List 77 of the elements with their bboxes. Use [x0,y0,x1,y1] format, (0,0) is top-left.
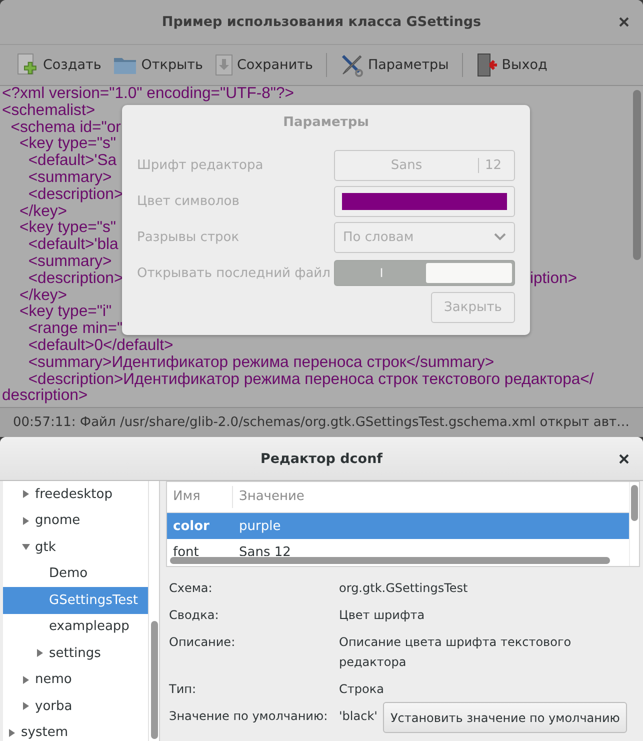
collapsed-arrow-icon[interactable] [22,490,30,498]
window-title: Редактор dconf [260,450,383,466]
download-icon [215,54,233,76]
color-chooser-button[interactable] [334,186,515,216]
field-label: Тип: [169,681,198,698]
setting-label: Шрифт редактора [137,158,264,172]
setting-label: Разрывы строк [137,230,240,244]
collapsed-arrow-icon[interactable] [36,649,44,658]
code-line: <default>0</default> [27,336,174,354]
setting-label: Открывать последний файл [137,266,330,280]
close-icon[interactable] [619,454,629,464]
close-icon[interactable] [619,17,629,27]
tree-item[interactable]: system [3,720,148,741]
tree-item[interactable]: gnome [3,508,148,534]
collapsed-arrow-icon[interactable] [8,728,16,737]
exit-door-icon [476,53,498,77]
code-line: <summary> [27,252,112,270]
setting-label: Цвет символов [137,194,240,208]
scrollbar-thumb[interactable] [633,90,641,260]
column-header[interactable]: Значение [233,486,304,508]
field-label: Схема: [169,580,214,597]
field-label: Сводка: [169,607,220,624]
field-value: org.gtk.GSettingsTest [339,580,469,597]
code-line: <default>'Sa [27,152,117,170]
code-line: </key> [18,202,67,220]
tools-icon [340,53,364,77]
table-row[interactable]: color purple [167,513,629,539]
code-line: <description>Идентификатор режима переноса строк текстового редактора</ [27,370,594,388]
scrollbar-thumb[interactable] [170,557,610,564]
toolbar-button[interactable]: Выход [472,50,550,80]
toolbar-button[interactable]: Создать [14,50,104,80]
field-value: Строка [339,681,385,698]
toolbar-button[interactable]: Параметры [336,50,452,80]
field-value: Цвет шрифта [339,607,426,624]
code-line: <description> [27,270,124,287]
tree-item[interactable]: settings [3,640,148,666]
field-value: 'black' [339,708,378,725]
code-line: <key type="i" [18,303,112,320]
code-line: <description> [27,186,124,203]
dialog-title: Параметры [282,114,370,132]
folder-icon [113,55,138,75]
collapsed-arrow-icon[interactable] [22,676,30,684]
tree-item[interactable]: gtk [3,534,148,560]
code-line: <summary> [27,168,112,186]
new-document-icon [17,53,39,77]
scrollbar-thumb[interactable] [631,485,638,521]
tree-item[interactable]: exampleapp [3,614,148,640]
chevron-down-icon [494,233,506,241]
collapsed-arrow-icon[interactable] [22,516,30,525]
toolbar-button[interactable]: Открыть [110,50,206,80]
tree-item[interactable]: freedesktop [3,481,148,508]
scrollbar-thumb[interactable] [151,621,158,739]
tree-item[interactable]: nemo [3,666,148,693]
window-title: Пример использования класса GSettings [162,14,482,30]
set-default-button[interactable]: Установить значение по умолчанию [383,702,627,733]
column-header[interactable]: Имя [167,486,233,508]
code-line: <range min=" [27,320,123,338]
code-line: <schema id="or [10,118,121,136]
code-line: <default>'bla [27,236,118,254]
code-line: <?xml version="1.0" encoding="UTF-8"?> [2,86,294,102]
code-line: <key type="s" [18,135,116,152]
code-line: <schemalist> [2,102,96,119]
collapsed-arrow-icon[interactable] [22,702,30,710]
tree-item[interactable]: GSettingsTest [3,587,148,614]
code-line: </key> [18,286,67,304]
code-line: iption> [530,270,577,288]
status-bar: 00:57:11: Файл /usr/share/glib-2.0/schemas/org.gtk.GSettingsTest.gschema.xml открыт авт… [0,407,643,437]
tree-item[interactable]: Demo [3,560,148,587]
code-line: description> [2,387,88,404]
code-line: <key type="s" [18,219,116,236]
field-label: Описание: [169,634,236,651]
toolbar-button[interactable]: Сохранить [212,50,316,80]
expanded-arrow-icon[interactable] [22,543,30,552]
field-value: Описание цвета шрифта текстового редактора [339,634,572,671]
tree-item[interactable]: yorba [3,693,148,720]
code-line: <summary>Идентификатор режима переноса строк</summary> [27,354,494,371]
field-label: Значение по умолчанию: [169,708,329,725]
